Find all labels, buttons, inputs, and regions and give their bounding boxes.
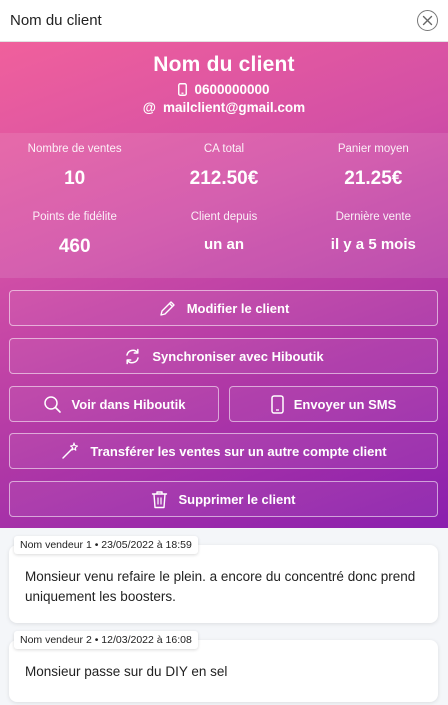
client-email-line: @ mailclient@gmail.com — [0, 100, 448, 115]
email-icon: @ — [142, 100, 156, 115]
client-panel: Nom du client 0600000000 @ mailclient@gm… — [0, 42, 448, 528]
stat-value: un an — [203, 236, 244, 253]
stat-value: 21.25€ — [344, 168, 403, 189]
pencil-icon — [160, 300, 175, 316]
stat-value: il y a 5 mois — [330, 236, 416, 253]
stat-avg-basket: Panier moyen 21.25€ — [299, 143, 448, 190]
titlebar: Nom du client — [0, 0, 448, 42]
stat-client-since: Client depuis un an — [149, 211, 298, 258]
client-name: Nom du client — [153, 53, 295, 76]
edit-client-button[interactable]: Modifier le client — [9, 290, 438, 326]
delete-client-label: Supprimer le client — [178, 491, 296, 507]
window-title: Nom du client — [10, 12, 102, 29]
stat-last-sale: Dernière vente il y a 5 mois — [299, 211, 448, 258]
stat-sales-count: Nombre de ventes 10 — [0, 143, 149, 190]
client-stats: Nombre de ventes 10 CA total 212.50€ Pan… — [0, 133, 448, 278]
note-text: Monsieur venu refaire le plein. a encore… — [25, 569, 416, 604]
sync-hiboutik-label: Synchroniser avec Hiboutik — [152, 348, 324, 364]
client-header: Nom du client 0600000000 @ mailclient@gm… — [0, 42, 448, 133]
phone-icon — [178, 83, 188, 96]
delete-client-button[interactable]: Supprimer le client — [9, 481, 438, 517]
close-button[interactable] — [417, 10, 438, 31]
stat-label: CA total — [203, 143, 245, 155]
client-phone-line: 0600000000 — [0, 82, 448, 97]
transfer-sales-label: Transférer les ventes sur un autre compt… — [90, 443, 387, 459]
stat-label: Nombre de ventes — [27, 143, 122, 155]
magic-wand-icon — [62, 442, 79, 459]
note-card: Monsieur venu refaire le plein. a encore… — [9, 545, 438, 623]
stat-label: Client depuis — [190, 211, 258, 223]
view-hiboutik-label: Voir dans Hiboutik — [71, 396, 186, 412]
send-sms-label: Envoyer un SMS — [293, 396, 397, 412]
trash-icon — [152, 490, 168, 508]
stat-value: 460 — [58, 236, 91, 257]
edit-client-label: Modifier le client — [186, 300, 290, 316]
view-hiboutik-button[interactable]: Voir dans Hiboutik — [9, 386, 219, 422]
stat-value: 212.50€ — [189, 168, 259, 189]
search-icon — [43, 395, 61, 413]
stat-label: Panier moyen — [337, 143, 409, 155]
send-sms-button[interactable]: Envoyer un SMS — [229, 386, 438, 422]
note-card: Monsieur passe sur du DIY en sel — [9, 640, 438, 702]
stat-loyalty-points: Points de fidélite 460 — [0, 211, 149, 258]
stat-label: Dernière vente — [335, 211, 412, 223]
sync-hiboutik-button[interactable]: Synchroniser avec Hiboutik — [9, 338, 438, 374]
stat-ca-total: CA total 212.50€ — [149, 143, 298, 190]
client-phone[interactable]: 0600000000 — [194, 82, 269, 97]
client-email[interactable]: mailclient@gmail.com — [163, 100, 305, 115]
transfer-sales-button[interactable]: Transférer les ventes sur un autre compt… — [9, 433, 438, 469]
stat-label: Points de fidélite — [32, 211, 117, 223]
phone-icon — [270, 394, 284, 414]
note-author-date: Nom vendeur 2 • 12/03/2022 à 16:08 — [14, 631, 198, 649]
notes-list: Monsieur venu refaire le plein. a encore… — [0, 528, 448, 705]
note-author-date: Nom vendeur 1 • 23/05/2022 à 18:59 — [14, 536, 198, 554]
sync-icon — [126, 348, 140, 364]
stat-value: 10 — [64, 168, 86, 189]
close-icon — [422, 15, 433, 26]
